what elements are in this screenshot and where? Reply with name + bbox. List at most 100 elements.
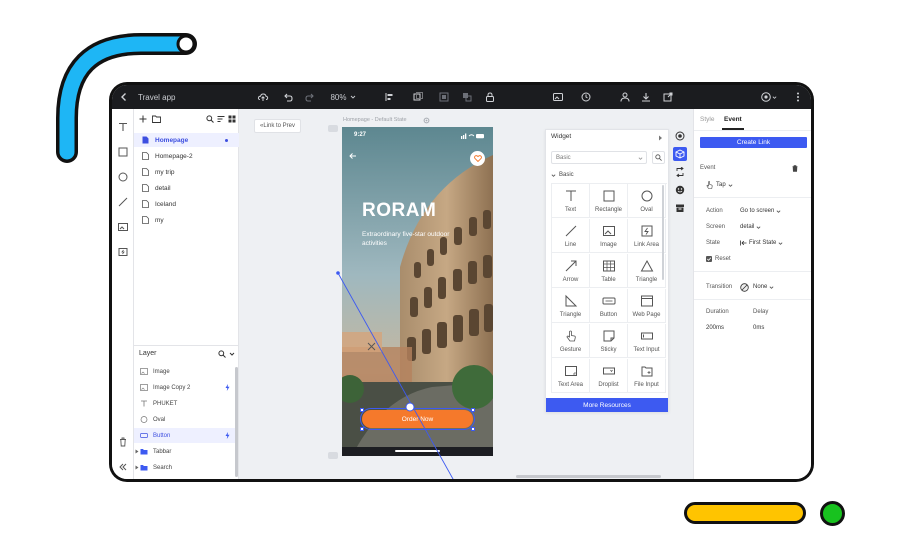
emoji-icon[interactable] [673, 183, 687, 197]
page-item[interactable]: my [134, 213, 239, 227]
layer-item[interactable]: Status Bar [134, 476, 237, 479]
layer-item[interactable]: Tabbar [134, 444, 237, 459]
page-item[interactable]: detail [134, 181, 239, 195]
collapse-icon[interactable] [115, 459, 131, 475]
page-item[interactable]: Iceland [134, 197, 239, 211]
canvas[interactable]: «Link to Prev Homepage - Default State 9… [239, 109, 693, 479]
download-icon[interactable] [640, 85, 652, 109]
widget-item[interactable]: Triangle [628, 254, 666, 288]
transition-label: Transition [706, 284, 733, 290]
widget-item[interactable]: Gesture [552, 324, 590, 358]
trigger-select[interactable]: Tap [706, 179, 733, 191]
delay-input[interactable]: 0ms [753, 322, 764, 334]
widget-section[interactable]: Basic [551, 172, 574, 178]
layer-item[interactable]: Image Copy 2 [134, 380, 237, 395]
more-resources-button[interactable]: More Resources [546, 398, 668, 412]
user-icon[interactable] [619, 85, 631, 109]
page-item[interactable]: my trip [134, 165, 239, 179]
widget-item[interactable]: Text Input [628, 324, 666, 358]
layer-item[interactable]: Button [134, 428, 237, 443]
search-icon[interactable] [206, 115, 214, 123]
widget-item[interactable]: Triangle [552, 289, 590, 323]
layer-item[interactable]: Oval [134, 412, 237, 427]
divider [694, 271, 811, 272]
widget-item[interactable]: Image [590, 219, 628, 253]
text-tool-icon[interactable] [115, 119, 131, 135]
widget-search-button[interactable] [652, 151, 665, 164]
chevron-down-icon[interactable] [229, 351, 235, 357]
lock-icon[interactable] [484, 85, 496, 109]
widget-item[interactable]: Line [552, 219, 590, 253]
oval-tool-icon[interactable] [115, 169, 131, 185]
ungroup-icon[interactable] [461, 85, 473, 109]
widget-item[interactable]: Arrow [552, 254, 590, 288]
canvas-scrollbar[interactable] [516, 475, 661, 478]
swap-icon[interactable] [673, 165, 687, 179]
share-icon[interactable] [662, 85, 674, 109]
target-icon[interactable] [673, 129, 687, 143]
transition-select[interactable]: None [740, 281, 774, 293]
history-icon[interactable] [580, 85, 592, 109]
align-icon[interactable] [382, 85, 398, 109]
tab-event[interactable]: Event [724, 116, 742, 123]
action-select[interactable]: Go to screen [740, 205, 781, 217]
more-vertical-icon[interactable] [793, 85, 803, 109]
add-page-icon[interactable] [139, 115, 147, 123]
widget-item[interactable]: Sticky [590, 324, 628, 358]
widget-filter-select[interactable]: Basic [551, 151, 647, 164]
widget-item[interactable]: Text [552, 184, 590, 218]
line-tool-icon[interactable] [115, 194, 131, 210]
create-link-button[interactable]: Create Link [700, 137, 807, 148]
layer-item[interactable]: Image [134, 364, 237, 379]
page-icon [142, 136, 149, 144]
event-label: Event [700, 165, 716, 171]
image-tool-icon[interactable] [115, 219, 131, 235]
component-tool-icon[interactable] [115, 244, 131, 260]
zoom-select[interactable]: 80% [329, 85, 357, 109]
widget-item[interactable]: Link Area [628, 219, 666, 253]
widget-item[interactable]: Web Page [628, 289, 666, 323]
layer-scrollbar[interactable] [235, 367, 238, 477]
layer-search-icon[interactable] [218, 350, 226, 358]
archive-icon[interactable] [673, 201, 687, 215]
widget-item[interactable]: Button [590, 289, 628, 323]
redo-icon[interactable] [304, 85, 316, 109]
duration-input[interactable]: 200ms [706, 322, 724, 334]
folder-icon[interactable] [152, 115, 161, 123]
widget-item[interactable]: Text Area [552, 359, 590, 393]
page-item[interactable]: Homepage-2 [134, 149, 239, 163]
page-item[interactable]: Homepage [134, 133, 239, 147]
back-icon[interactable] [118, 85, 130, 109]
widget-item[interactable]: Droplist [590, 359, 628, 393]
layer-item[interactable]: PHUKET [134, 396, 237, 411]
image-preview-icon[interactable] [552, 85, 564, 109]
sort-icon[interactable] [217, 115, 225, 123]
grid-view-icon[interactable] [228, 115, 236, 123]
delete-icon[interactable] [792, 165, 798, 172]
resize-icon[interactable] [410, 85, 426, 109]
group-icon[interactable] [438, 85, 450, 109]
widget-item-icon [641, 190, 652, 201]
chevron-right-icon[interactable] [135, 465, 139, 470]
chevron-right-icon[interactable] [658, 135, 663, 141]
widget-box-icon[interactable] [673, 147, 687, 161]
widget-item[interactable]: Oval [628, 184, 666, 218]
layer-item[interactable]: Search [134, 460, 237, 475]
widget-item[interactable]: Table [590, 254, 628, 288]
widget-item[interactable]: Rectangle [590, 184, 628, 218]
state-select[interactable]: First State [740, 237, 783, 249]
upload-cloud-icon[interactable] [256, 85, 270, 109]
chevron-right-icon[interactable] [135, 449, 139, 454]
layer-label: Image [153, 368, 170, 375]
undo-icon[interactable] [282, 85, 294, 109]
play-menu[interactable] [758, 85, 778, 109]
widget-item[interactable]: File Input [628, 359, 666, 393]
reset-checkbox[interactable]: Reset [706, 253, 731, 265]
layer-label: Image Copy 2 [153, 384, 191, 391]
tab-style[interactable]: Style [700, 116, 714, 123]
screen-select[interactable]: detail [740, 221, 761, 233]
trash-icon[interactable] [115, 434, 131, 450]
widget-scrollbar[interactable] [662, 185, 664, 280]
rectangle-tool-icon[interactable] [115, 144, 131, 160]
widget-item-icon [603, 190, 614, 201]
